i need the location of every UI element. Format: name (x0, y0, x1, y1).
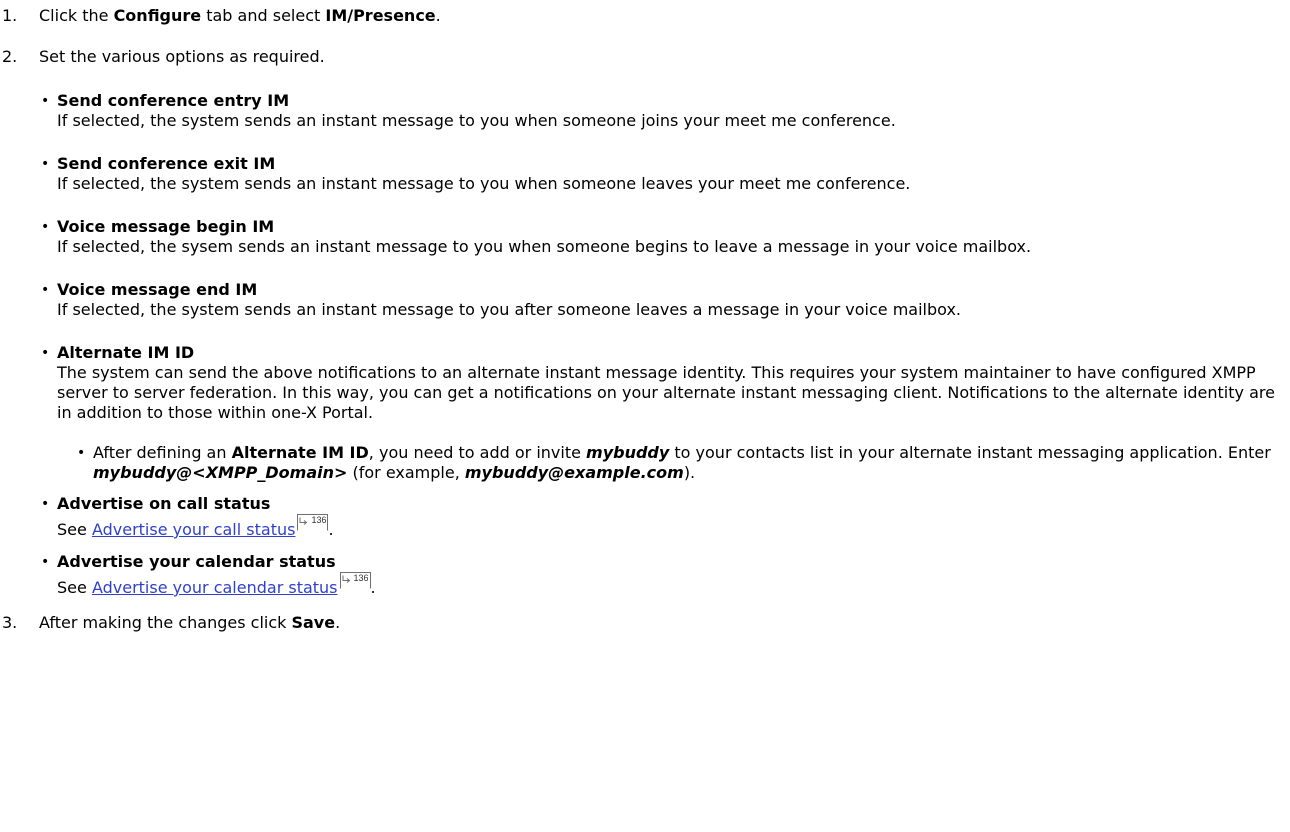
page-number: 136 (311, 515, 327, 525)
mybuddy-domain-term: mybuddy@<XMPP_Domain> (93, 463, 348, 482)
bullet: • (41, 496, 50, 512)
alternate-im-id-term: Alternate IM ID (231, 443, 369, 462)
step-number: 2. (2, 47, 18, 66)
document: 1. Click the Configure tab and select IM… (0, 0, 1290, 633)
option-description: If selected, the system sends an instant… (57, 111, 896, 130)
option-send-conference-exit-im: • Send conference exit IM If selected, t… (39, 154, 1290, 194)
options-list: • Send conference entry IM If selected, … (39, 91, 1290, 598)
step-text: tab and select (201, 6, 326, 25)
step-3: 3. After making the changes click Save. (0, 613, 1290, 633)
option-description: See Advertise your call status 136. (57, 514, 1290, 540)
option-voice-message-end-im: • Voice message end IM If selected, the … (39, 280, 1290, 320)
option-voice-message-begin-im: • Voice message begin IM If selected, th… (39, 217, 1290, 257)
advertise-calendar-status-link[interactable]: Advertise your calendar status (92, 578, 338, 597)
bullet: • (41, 93, 50, 109)
option-title: Voice message begin IM (57, 217, 275, 236)
option-advertise-calendar-status: • Advertise your calendar status See Adv… (39, 552, 1290, 598)
page-reference-icon[interactable]: 136 (339, 572, 371, 589)
save-label: Save (291, 613, 336, 632)
bullet: • (41, 219, 50, 235)
sub-options-list: • After defining an Alternate IM ID, you… (57, 443, 1290, 483)
step-number: 1. (2, 6, 18, 25)
option-description: If selected, the system sends an instant… (57, 174, 911, 193)
option-description: If selected, the system sends an instant… (57, 300, 961, 319)
bullet: • (41, 156, 50, 172)
mybuddy-example-term: mybuddy@example.com (464, 463, 684, 482)
page-reference-icon[interactable]: 136 (297, 514, 329, 531)
see-text: See (57, 520, 92, 539)
im-presence-label: IM/Presence (325, 6, 436, 25)
option-alternate-im-id: • Alternate IM ID The system can send th… (39, 343, 1290, 483)
bullet: • (77, 445, 86, 461)
step-text: . (435, 6, 441, 25)
configure-tab-label: Configure (113, 6, 202, 25)
mybuddy-term: mybuddy (586, 443, 670, 462)
option-title: Send conference exit IM (57, 154, 276, 173)
page-number: 136 (353, 573, 369, 583)
bullet: • (41, 345, 50, 361)
option-title: Send conference entry IM (57, 91, 290, 110)
step-text: Click the (39, 6, 114, 25)
option-description: The system can send the above notificati… (57, 363, 1275, 422)
note-text: (for example, (347, 463, 465, 482)
see-text: See (57, 578, 92, 597)
option-title: Voice message end IM (57, 280, 258, 299)
note-text: After defining an (93, 443, 232, 462)
step-text: After making the changes click (39, 613, 292, 632)
step-text: Set the various options as required. (39, 47, 325, 66)
alternate-im-id-note: • After defining an Alternate IM ID, you… (75, 443, 1290, 483)
note-text: , you need to add or invite (368, 443, 587, 462)
sentence-end: . (328, 520, 334, 539)
option-title: Alternate IM ID (57, 343, 195, 362)
note-text: ). (683, 463, 696, 482)
step-number: 3. (2, 613, 18, 632)
option-description: If selected, the sysem sends an instant … (57, 237, 1032, 256)
sentence-end: . (370, 578, 376, 597)
option-title: Advertise on call status (57, 494, 271, 513)
bullet: • (41, 282, 50, 298)
note-text: to your contacts list in your alternate … (669, 443, 1271, 462)
step-1: 1. Click the Configure tab and select IM… (0, 6, 1290, 26)
step-text: . (335, 613, 341, 632)
advertise-call-status-link[interactable]: Advertise your call status (92, 520, 296, 539)
bullet: • (41, 554, 50, 570)
option-description: See Advertise your calendar status 136. (57, 572, 1290, 598)
option-advertise-on-call-status: • Advertise on call status See Advertise… (39, 494, 1290, 540)
option-title: Advertise your calendar status (57, 552, 336, 571)
option-send-conference-entry-im: • Send conference entry IM If selected, … (39, 91, 1290, 131)
step-2: 2. Set the various options as required. … (0, 47, 1290, 598)
